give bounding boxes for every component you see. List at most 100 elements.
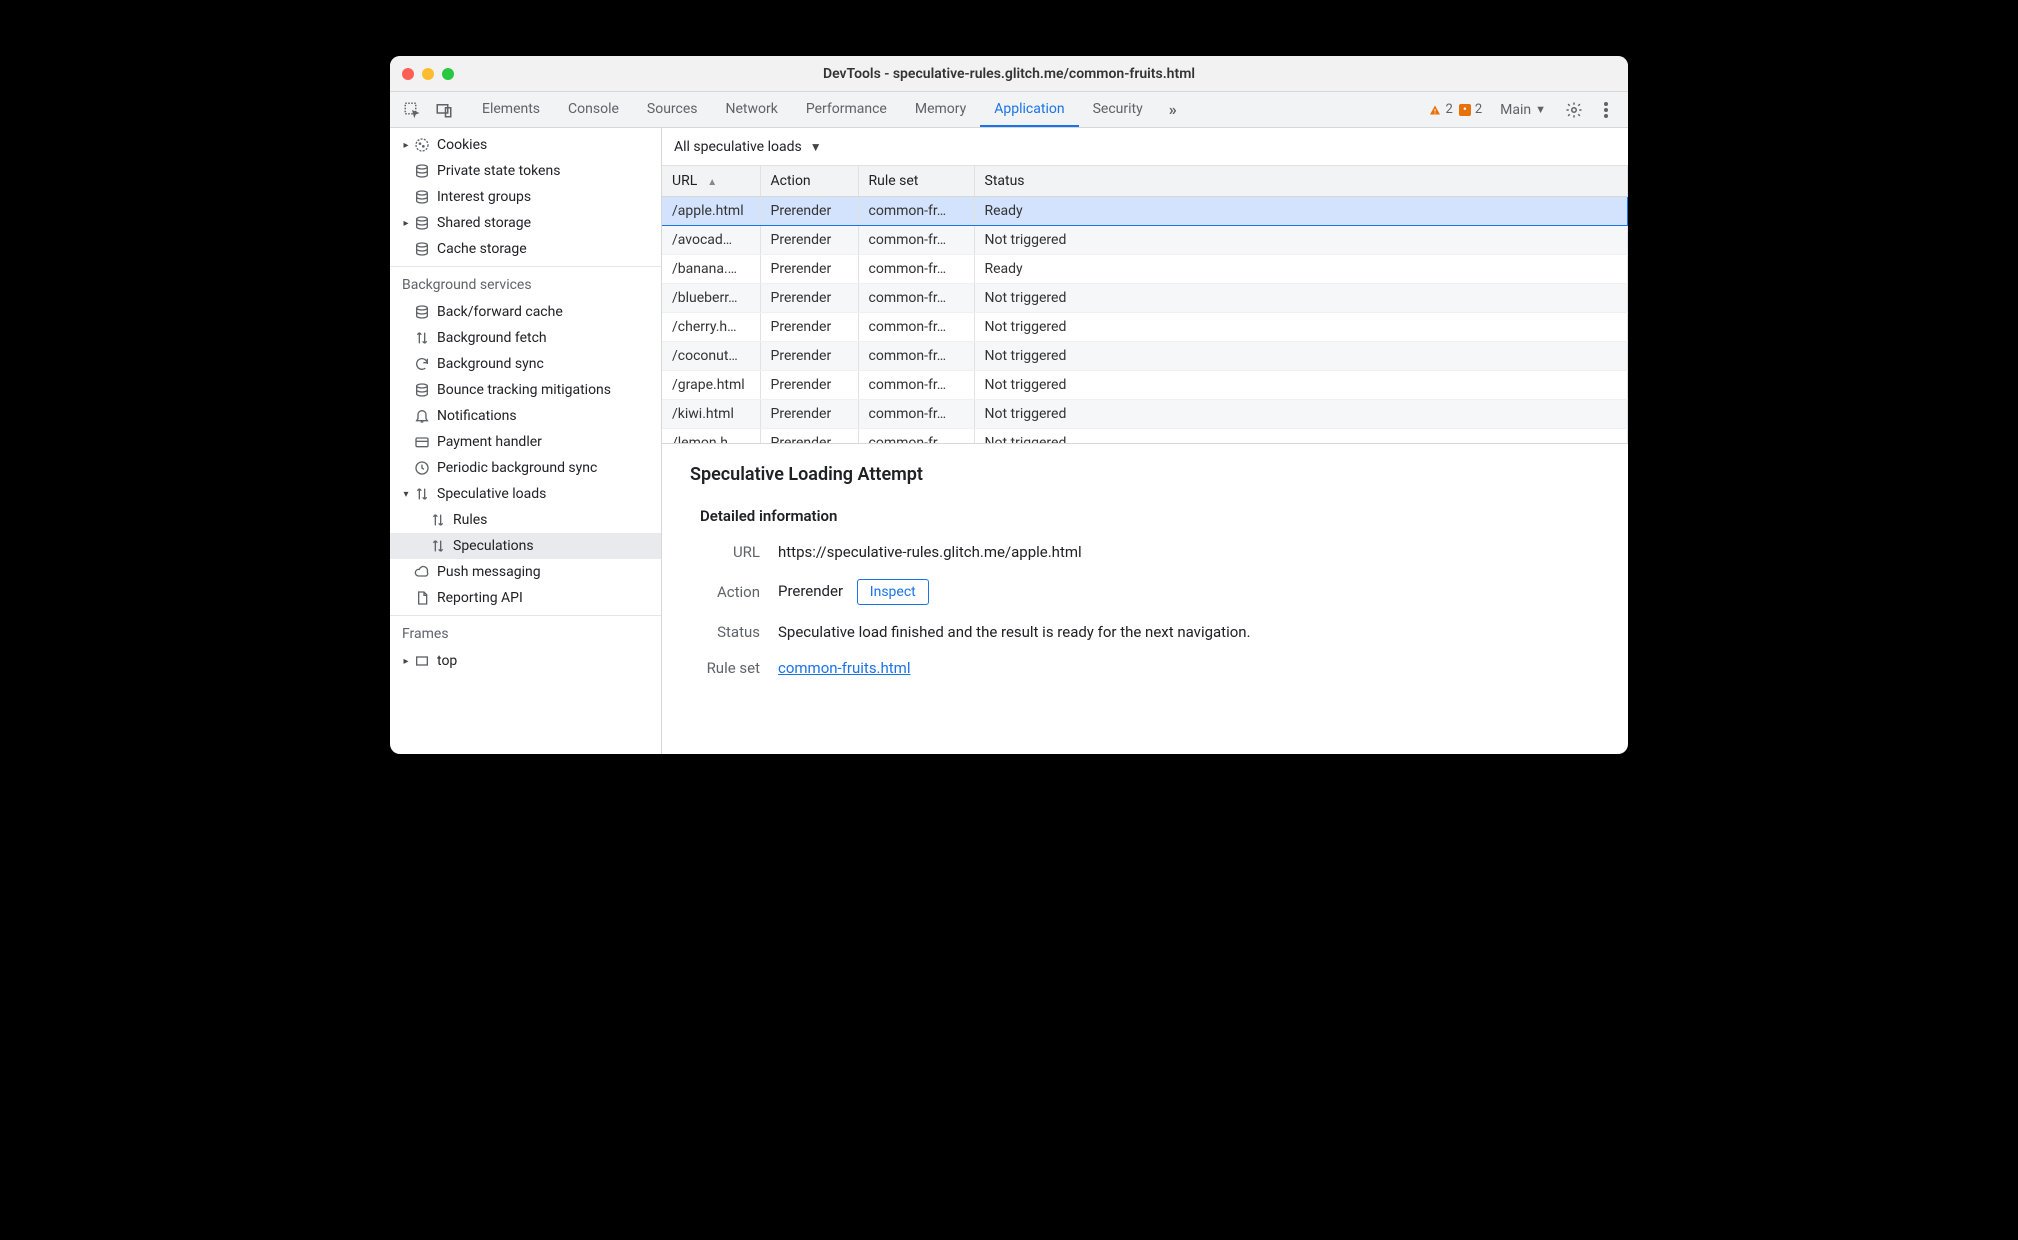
detail-action-label: Action [700,583,760,601]
cell-ruleset: common-fr… [858,312,974,341]
table-row[interactable]: /apple.htmlPrerendercommon-fr…Ready [662,196,1628,225]
titlebar: DevTools - speculative-rules.glitch.me/c… [390,56,1628,92]
target-selector[interactable]: Main ▼ [1490,92,1556,127]
tab-application[interactable]: Application [980,92,1078,127]
table-row[interactable]: /lemon.h…Prerendercommon-fr…Not triggere… [662,428,1628,444]
column-header-status[interactable]: Status [974,166,1628,196]
tree-caret-icon [400,332,412,344]
device-toolbar-icon[interactable] [430,92,458,127]
sidebar-item-private-state-tokens[interactable]: Private state tokens [390,158,661,184]
detail-heading: Speculative Loading Attempt [690,464,1600,485]
panel-tabs: ElementsConsoleSourcesNetworkPerformance… [468,92,1157,127]
settings-icon[interactable] [1560,92,1588,127]
cell-ruleset: common-fr… [858,254,974,283]
cell-action: Prerender [760,283,858,312]
tab-network[interactable]: Network [712,92,792,127]
cell-status: Not triggered [974,341,1628,370]
sidebar-item-label: Reporting API [437,590,523,606]
tree-caret-icon [416,540,428,552]
sidebar-item-push-messaging[interactable]: Push messaging [390,559,661,585]
speculative-loads-filter[interactable]: All speculative loads ▼ [674,139,822,155]
more-options-icon[interactable] [1592,92,1620,127]
sidebar-item-payment-handler[interactable]: Payment handler [390,429,661,455]
table-row[interactable]: /cherry.h…Prerendercommon-fr…Not trigger… [662,312,1628,341]
sidebar-item-background-sync[interactable]: Background sync [390,351,661,377]
sidebar-item-rules[interactable]: Rules [390,507,661,533]
sidebar-item-background-fetch[interactable]: Background fetch [390,325,661,351]
tree-caret-icon [400,165,412,177]
cell-status: Ready [974,254,1628,283]
issues-count: 2 [1475,102,1482,117]
filter-label: All speculative loads [674,139,802,155]
table-row[interactable]: /blueberr…Prerendercommon-fr…Not trigger… [662,283,1628,312]
tree-caret-icon [400,358,412,370]
cell-status: Not triggered [974,370,1628,399]
tab-security[interactable]: Security [1079,92,1157,127]
sidebar-item-label: Background sync [437,356,544,372]
bell-icon [413,407,431,425]
tab-performance[interactable]: Performance [792,92,901,127]
cell-action: Prerender [760,399,858,428]
table-row[interactable]: /avocad…Prerendercommon-fr…Not triggered [662,225,1628,254]
inspect-element-icon[interactable] [398,92,426,127]
sidebar-item-cache-storage[interactable]: Cache storage [390,236,661,262]
table-row[interactable]: /grape.htmlPrerendercommon-fr…Not trigge… [662,370,1628,399]
file-icon [413,589,431,607]
sidebar-item-shared-storage[interactable]: ▸ Shared storage [390,210,661,236]
tree-caret-icon: ▸ [400,655,412,667]
sidebar-item-bounce-tracking-mitigations[interactable]: Bounce tracking mitigations [390,377,661,403]
column-header-action[interactable]: Action [760,166,858,196]
chevron-down-icon: ▼ [810,140,822,154]
more-tabs-icon[interactable]: » [1161,92,1185,127]
arrows-icon [429,537,447,555]
cell-status: Not triggered [974,428,1628,444]
cookie-icon [413,136,431,154]
tree-caret-icon [400,436,412,448]
column-header-url[interactable]: URL▲ [662,166,760,196]
cell-url: /banana.… [662,254,760,283]
sidebar-item-speculative-loads[interactable]: ▾Speculative loads [390,481,661,507]
sidebar-group-frames: Frames [390,615,661,648]
cell-status: Not triggered [974,283,1628,312]
tree-caret-icon: ▸ [400,217,412,229]
table-row[interactable]: /banana.…Prerendercommon-fr…Ready [662,254,1628,283]
sidebar-item-label: Shared storage [437,215,531,231]
speculations-table[interactable]: URL▲ActionRule setStatus /apple.htmlPrer… [662,166,1628,444]
tab-sources[interactable]: Sources [633,92,712,127]
tab-memory[interactable]: Memory [901,92,980,127]
console-warnings[interactable]: 2 2 [1424,92,1487,127]
maximize-window-button[interactable] [442,68,454,80]
inspect-button[interactable]: Inspect [857,579,929,605]
cell-url: /apple.html [662,196,760,225]
sidebar-item-label: Notifications [437,408,517,424]
sidebar-item-periodic-background-sync[interactable]: Periodic background sync [390,455,661,481]
cell-url: /coconut… [662,341,760,370]
cell-ruleset: common-fr… [858,283,974,312]
detail-action-value: Prerender [778,582,843,600]
table-row[interactable]: /kiwi.htmlPrerendercommon-fr…Not trigger… [662,399,1628,428]
sidebar-item-notifications[interactable]: Notifications [390,403,661,429]
sidebar-group-background-services: Background services [390,266,661,299]
warnings-count: 2 [1446,102,1453,117]
clock-icon [413,459,431,477]
tab-elements[interactable]: Elements [468,92,554,127]
column-header-rule-set[interactable]: Rule set [858,166,974,196]
tree-caret-icon: ▸ [400,139,412,151]
sidebar-item-cookies[interactable]: ▸Cookies [390,132,661,158]
sidebar-item-top[interactable]: ▸top [390,648,661,674]
detail-ruleset-link[interactable]: common-fruits.html [778,659,911,677]
sidebar-item-label: Interest groups [437,189,531,205]
sidebar-item-label: Private state tokens [437,163,560,179]
tab-console[interactable]: Console [554,92,633,127]
tree-caret-icon [400,243,412,255]
sidebar-item-reporting-api[interactable]: Reporting API [390,585,661,611]
issues-icon [1459,104,1471,116]
minimize-window-button[interactable] [422,68,434,80]
sidebar-item-interest-groups[interactable]: Interest groups [390,184,661,210]
close-window-button[interactable] [402,68,414,80]
cell-ruleset: common-fr… [858,196,974,225]
table-row[interactable]: /coconut…Prerendercommon-fr…Not triggere… [662,341,1628,370]
sidebar-item-speculations[interactable]: Speculations [390,533,661,559]
tree-caret-icon [416,514,428,526]
sidebar-item-back-forward-cache[interactable]: Back/forward cache [390,299,661,325]
